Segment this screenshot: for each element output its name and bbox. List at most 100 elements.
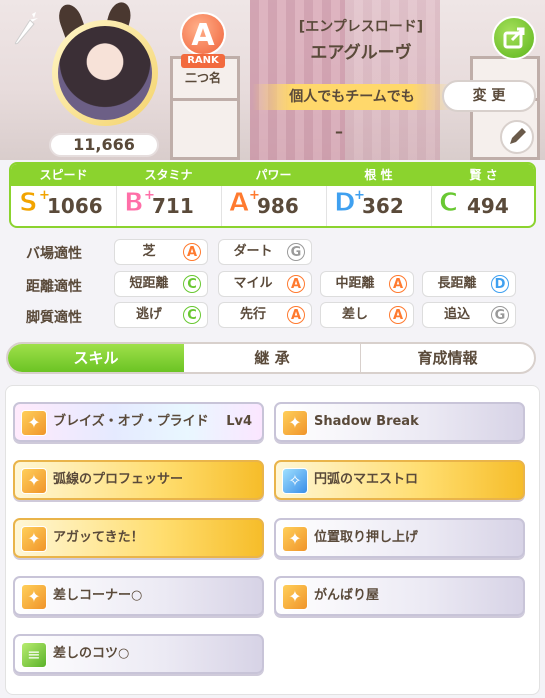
aptitude-grade: D: [491, 275, 509, 293]
skill-item[interactable]: ✦ ブレイズ・オブ・プライド Lv4: [13, 402, 264, 442]
skill-item[interactable]: ✦ がんばり屋: [274, 576, 525, 616]
orange-runner-icon: ✦: [21, 584, 47, 610]
avatar-frame[interactable]: [52, 20, 158, 126]
stat-0: スピード S +1066: [11, 164, 116, 226]
stat-grade: D: [334, 188, 357, 219]
green-book-icon: ≡: [21, 642, 47, 668]
skill-item[interactable]: ✦ 位置取り押し上げ: [274, 518, 525, 558]
share-icon: [503, 27, 525, 49]
skill-level: Lv4: [226, 414, 252, 429]
stats-panel: スピード S +1066 スタミナ B +711 パワー A +986 根 性 D +362 賢 さC4…: [9, 162, 536, 228]
stat-label: スタミナ: [116, 164, 221, 186]
stat-label: 根 性: [326, 164, 431, 186]
skill-name: ブレイズ・オブ・プライド: [53, 414, 209, 429]
pencil-icon: [510, 128, 526, 144]
aptitude-track-0: 芝A: [114, 239, 208, 265]
aptitude-grade: A: [287, 306, 305, 324]
skill-name: がんばり屋: [314, 588, 380, 603]
orange-runner-icon: ✦: [21, 526, 47, 552]
epithet-label: 二つ名: [184, 71, 221, 85]
aptitude-grade: C: [183, 306, 201, 324]
stat-value: 362: [362, 194, 404, 218]
stat-grade: S: [19, 188, 39, 219]
skill-item[interactable]: ≡ 差しのコツ○: [13, 634, 264, 674]
stat-value: 494: [467, 194, 509, 218]
aptitude-name: 差し: [341, 307, 368, 322]
orange-runner-icon: ✦: [282, 410, 308, 436]
stat-value: 711: [152, 194, 194, 218]
rank-badge: A: [180, 12, 226, 56]
aptitude-track-1: ダート G: [218, 239, 312, 265]
stat-divider: [431, 186, 432, 226]
stat-value: 1066: [47, 194, 103, 218]
skill-name: 弧線のプロフェッサー: [53, 472, 184, 487]
track-aptitude-label: バ場適性: [26, 246, 82, 262]
stat-label: 賢 さ: [431, 164, 534, 186]
aptitude-name: 先行: [239, 307, 266, 322]
stat-4: 賢 さ C 494: [431, 164, 534, 226]
motto-text: 個人でもチームでも: [252, 84, 452, 110]
skill-item[interactable]: ✦ アガッてきた！: [13, 518, 264, 558]
tab-bar: スキル 継 承 育成情報: [6, 342, 536, 374]
rank-label: RANK: [181, 54, 225, 68]
stat-3: 根 性 D +362: [326, 164, 431, 226]
edit-button[interactable]: [500, 120, 534, 154]
skill-item[interactable]: ✦ 弧線のプロフェッサー: [13, 460, 264, 500]
orange-runner-icon: ✦: [282, 584, 308, 610]
stat-2: パワー A +986: [221, 164, 326, 226]
stat-grade: A: [228, 188, 250, 219]
epithet-title: [エンプレスロード]: [298, 19, 424, 35]
aptitude-grade: C: [183, 275, 201, 293]
skill-item[interactable]: ✦ 差しコーナー○: [13, 576, 264, 616]
aptitude-style-0: 逃げ C: [114, 302, 208, 328]
stat-divider: [116, 186, 117, 226]
stat-grade: C: [438, 188, 459, 219]
comment-text: –: [335, 122, 343, 141]
aptitude-name: 芝: [142, 244, 156, 259]
aptitude-style-1: 先行 A: [218, 302, 312, 328]
aptitude-grade: A: [389, 306, 407, 324]
aptitude-distance-0: 短距離 C: [114, 271, 208, 297]
aptitude-name: ダート: [233, 244, 273, 259]
distance-aptitude-label: 距離適性: [26, 279, 82, 295]
tab-inheritance[interactable]: 継 承: [184, 344, 361, 372]
orange-runner-icon: ✦: [21, 468, 47, 494]
stat-divider: [326, 186, 327, 226]
aptitude-name: 逃げ: [135, 307, 162, 322]
aptitude-distance-2: 中距離 A: [320, 271, 414, 297]
stat-label: パワー: [221, 164, 326, 186]
carrot-icon: [14, 12, 38, 45]
stat-label: スピード: [11, 164, 116, 186]
aptitude-style-2: 差し A: [320, 302, 414, 328]
skill-name: 円弧のマエストロ: [314, 472, 419, 487]
stat-grade: B: [124, 188, 145, 219]
style-aptitude-label: 脚質適性: [26, 310, 82, 326]
blue-sparkle-icon: ✧: [282, 468, 308, 494]
aptitude-name: 長距離: [437, 276, 477, 291]
aptitude-grade: A: [183, 243, 201, 261]
tab-skill[interactable]: スキル: [8, 344, 184, 372]
skill-item[interactable]: ✧ 円弧のマエストロ: [274, 460, 525, 500]
skill-name: 位置取り押し上げ: [314, 530, 419, 545]
tab-training-info[interactable]: 育成情報: [361, 344, 534, 372]
aptitude-style-3: 追込 G: [422, 302, 516, 328]
skill-name: Shadow Break: [314, 414, 419, 429]
skill-name: 差しのコツ○: [53, 646, 130, 661]
fan-count: 11,666: [49, 133, 159, 157]
aptitude-name: 追込: [443, 307, 470, 322]
aptitude-grade: A: [287, 275, 305, 293]
aptitude-name: マイル: [233, 276, 273, 291]
aptitude-grade: A: [389, 275, 407, 293]
share-button[interactable]: [492, 16, 536, 60]
aptitude-name: 中距離: [335, 276, 375, 291]
stat-divider: [221, 186, 222, 226]
skill-item[interactable]: ✦ Shadow Break: [274, 402, 525, 442]
stat-1: スタミナ B +711: [116, 164, 221, 226]
skill-name: アガッてきた！: [53, 530, 144, 545]
aptitude-name: 短距離: [129, 276, 169, 291]
aptitude-distance-1: マイル A: [218, 271, 312, 297]
aptitude-distance-3: 長距離 D: [422, 271, 516, 297]
aptitude-grade: G: [287, 243, 305, 261]
orange-runner-icon: ✦: [21, 410, 47, 436]
change-button[interactable]: 変 更: [442, 80, 536, 112]
